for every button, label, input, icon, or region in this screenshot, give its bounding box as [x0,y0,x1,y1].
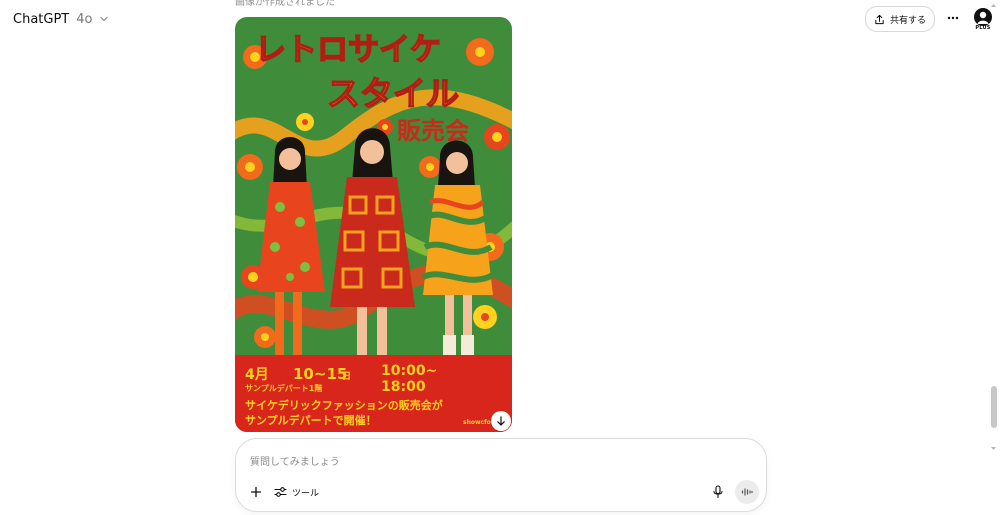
poster-dates: 10~15 [293,365,347,383]
chevron-down-icon [100,16,109,22]
more-options-button[interactable] [944,9,962,27]
account-menu[interactable]: PLUS [972,8,994,34]
sliders-icon [274,487,287,497]
avatar [974,8,992,26]
scroll-down-arrow-icon[interactable] [990,445,997,452]
message-composer: 質問してみましょう ツール [235,438,767,512]
poster-artwork: レトロサイケ スタイル 販売会 4月 10~15 日 10:00~ 18:00 … [235,17,512,432]
poster-day-suffix: 日 [342,371,351,382]
share-label: 共有する [889,15,926,26]
plus-icon [250,486,262,498]
arrow-down-icon [497,416,505,426]
poster-venue: サンプルデパート1階 [245,383,322,393]
prompt-input[interactable]: 質問してみましょう [250,453,340,468]
poster-watermark: showcfo [463,419,491,426]
ellipsis-icon [947,16,959,20]
poster-title-line2: スタイル [327,74,459,113]
poster-headline1: サイケデリックファッションの販売会が [245,398,443,412]
share-button[interactable]: 共有する [865,6,935,32]
poster-headline2: サンプルデパートで開催！ [245,413,377,427]
model-version: 4o [76,11,93,27]
waveform-icon [741,488,753,496]
tools-button[interactable]: ツール [274,483,319,501]
microphone-icon [713,485,723,499]
voice-mode-button[interactable] [735,480,759,504]
plan-badge: PLUS [975,25,991,31]
poster-time-start: 10:00~ [381,363,437,379]
tools-label: ツール [292,488,320,499]
poster-time-end: 18:00 [381,379,426,395]
scrollbar-thumb[interactable] [991,386,997,428]
image-status-text: 画像が作成されました [235,0,335,8]
attach-button[interactable] [248,484,264,500]
generated-image[interactable]: レトロサイケ スタイル 販売会 4月 10~15 日 10:00~ 18:00 … [235,17,512,432]
download-button[interactable] [491,411,511,431]
scroll-up-arrow-icon[interactable] [990,2,997,9]
poster-title-line3: 販売会 [397,117,469,145]
model-selector[interactable]: ChatGPT 4o [13,9,109,29]
share-icon [875,14,884,24]
model-name: ChatGPT [13,11,70,27]
dictate-button[interactable] [710,484,726,500]
poster-title-line1: レトロサイケ [255,32,441,68]
user-icon [977,11,989,24]
poster-month: 4月 [245,367,269,383]
